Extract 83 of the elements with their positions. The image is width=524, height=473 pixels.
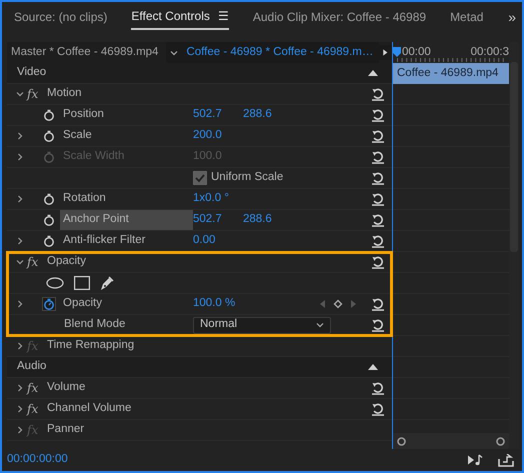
reset-icon[interactable] <box>371 171 385 185</box>
blend-mode-dropdown[interactable]: Normal <box>193 316 331 334</box>
effect-name: Channel Volume <box>47 401 132 416</box>
property-name[interactable]: Opacity <box>60 294 193 314</box>
property-value[interactable]: 288.6 <box>243 211 293 229</box>
effect-name: Opacity <box>47 254 86 270</box>
effect-name: Volume <box>47 380 86 396</box>
reset-icon[interactable] <box>371 255 385 269</box>
fx-toggle[interactable]: fx <box>27 85 47 103</box>
pen-icon[interactable] <box>100 276 114 290</box>
play-audio-icon[interactable] <box>468 454 484 466</box>
timeline-clip[interactable]: Coffee - 46989.mp4 <box>393 63 509 84</box>
expand-chevron-icon[interactable] <box>16 405 24 413</box>
effect-name: Panner <box>47 422 84 438</box>
property-name[interactable]: Scale <box>60 126 193 146</box>
reset-icon[interactable] <box>371 87 385 101</box>
reset-icon[interactable] <box>371 108 385 122</box>
menu-icon[interactable]: ☰ <box>218 7 229 25</box>
panel-tab[interactable]: Source: (no clips) <box>14 5 108 29</box>
collapse-chevron-icon[interactable] <box>16 90 24 98</box>
property-value[interactable]: 1x0.0 ° <box>193 190 243 208</box>
overflow-icon[interactable]: » <box>508 6 516 28</box>
stopwatch-icon[interactable] <box>42 108 56 122</box>
property-value[interactable]: 0.00 <box>193 232 243 250</box>
rectangle-mask-icon[interactable] <box>74 276 90 290</box>
scroll-handle-icon[interactable] <box>397 436 406 446</box>
property-name[interactable]: Position <box>60 105 193 125</box>
property-value[interactable]: 502.7 <box>193 211 243 229</box>
effect-name: Motion <box>47 86 82 102</box>
section-header[interactable]: Video <box>17 64 46 82</box>
fx-toggle[interactable]: fx <box>27 379 47 397</box>
checkbox-label: Uniform Scale <box>211 170 284 186</box>
section-header[interactable]: Audio <box>17 358 46 376</box>
scroll-handle-icon[interactable] <box>496 436 505 446</box>
ruler-tick-label: 00:00:3 <box>470 45 509 60</box>
reset-icon[interactable] <box>371 318 385 332</box>
property-value[interactable]: 288.6 <box>243 106 293 124</box>
stopwatch-icon[interactable] <box>42 213 56 227</box>
expand-chevron-icon[interactable] <box>16 300 24 308</box>
panel-tab[interactable]: Metad <box>450 5 486 29</box>
property-value[interactable]: 100.0 % <box>193 295 243 313</box>
property-name[interactable]: Anchor Point <box>60 210 193 230</box>
fx-toggle[interactable]: fx <box>27 253 47 271</box>
reset-icon[interactable] <box>371 297 385 311</box>
property-value[interactable]: 502.7 <box>193 106 243 124</box>
expand-chevron-icon[interactable] <box>16 237 24 245</box>
dropdown-caret-icon <box>170 48 178 56</box>
fx-toggle[interactable]: fx <box>27 400 47 418</box>
expand-chevron-icon[interactable] <box>16 342 24 350</box>
property-name[interactable]: Anti-flicker Filter <box>60 231 193 251</box>
property-value[interactable]: 200.0 <box>193 127 243 145</box>
collapse-chevron-icon[interactable] <box>16 258 24 266</box>
reset-icon[interactable] <box>371 234 385 248</box>
reset-icon[interactable] <box>371 129 385 143</box>
effect-name: Time Remapping <box>47 338 134 354</box>
zoom-scrollbar[interactable] <box>393 433 509 449</box>
stopwatch-icon[interactable] <box>42 234 56 248</box>
stopwatch-icon[interactable] <box>42 297 56 311</box>
panel-tab[interactable]: Effect Controls ☰ <box>131 4 229 30</box>
reset-icon[interactable] <box>371 213 385 227</box>
keyframe-navigator-icon[interactable] <box>320 299 356 309</box>
property-name: Blend Mode <box>63 317 126 332</box>
checkbox[interactable] <box>193 171 207 185</box>
reset-icon[interactable] <box>371 402 385 416</box>
collapse-triangle-icon[interactable] <box>368 70 378 76</box>
panel-tab[interactable]: Audio Clip Mixer: Coffee - 46989 <box>252 5 426 29</box>
timecode[interactable]: 00:00:00:00 <box>7 451 68 469</box>
export-icon[interactable] <box>498 454 514 466</box>
reset-icon[interactable] <box>371 192 385 206</box>
master-clip-label[interactable]: Master * Coffee - 46989.mp4 <box>7 44 166 62</box>
expand-chevron-icon[interactable] <box>16 195 24 203</box>
expand-chevron-icon[interactable] <box>16 384 24 392</box>
ellipse-mask-icon[interactable] <box>46 277 64 289</box>
property-name[interactable]: Rotation <box>60 189 193 209</box>
stopwatch-icon[interactable] <box>42 192 56 206</box>
caret-icon <box>316 322 324 328</box>
ruler-tick-label: 00:00 <box>402 45 431 60</box>
expand-chevron-icon[interactable] <box>16 132 24 140</box>
stopwatch-icon[interactable] <box>42 129 56 143</box>
reset-icon[interactable] <box>371 381 385 395</box>
expand-chevron-icon[interactable] <box>16 426 24 434</box>
collapse-triangle-icon[interactable] <box>368 364 378 370</box>
sequence-clip-selector[interactable]: Coffee - 46989 * Coffee - 46989.m… <box>166 42 380 63</box>
